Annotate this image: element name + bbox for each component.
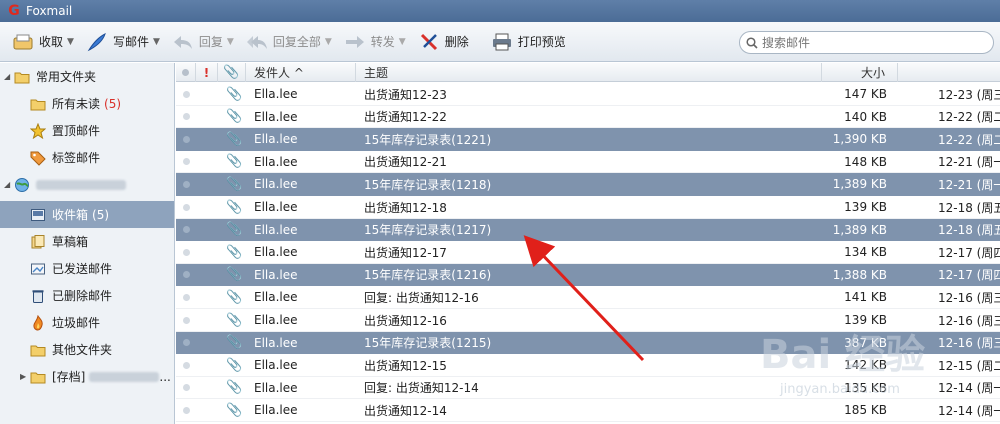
watermark-logo: Bai 经验 <box>760 332 926 378</box>
watermark-url: jingyan.baidu.com <box>780 382 900 397</box>
